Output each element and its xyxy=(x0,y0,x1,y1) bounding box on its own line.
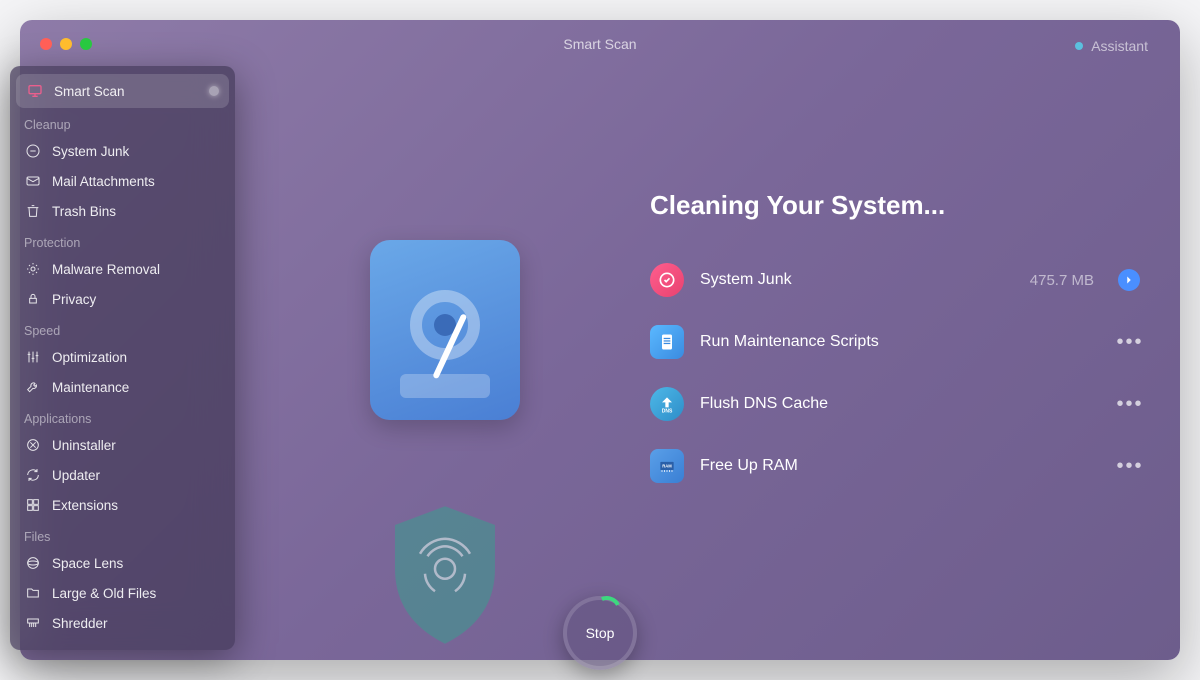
task-panel: Cleaning Your System... System Junk 475.… xyxy=(650,190,1140,497)
sidebar-item-label: Optimization xyxy=(52,350,127,365)
space-lens-icon xyxy=(24,554,42,572)
dns-task-icon: DNS xyxy=(650,387,684,421)
stop-button[interactable]: Stop xyxy=(563,596,637,670)
maintenance-icon xyxy=(24,378,42,396)
app-window: Smart Scan Assistant Smart Scan Cleanup … xyxy=(20,20,1180,660)
sidebar-item-label: Malware Removal xyxy=(52,262,160,277)
system-junk-icon xyxy=(24,142,42,160)
sidebar-section-protection: Protection xyxy=(10,226,235,254)
optimization-icon xyxy=(24,348,42,366)
task-row-free-ram: RAM Free Up RAM ••• xyxy=(650,435,1140,497)
sidebar-item-updater[interactable]: Updater xyxy=(10,460,235,490)
sidebar-item-label: Smart Scan xyxy=(54,84,125,99)
sidebar-item-large-old-files[interactable]: Large & Old Files xyxy=(10,578,235,608)
close-window-button[interactable] xyxy=(40,38,52,50)
svg-text:DNS: DNS xyxy=(662,408,673,414)
sidebar-item-uninstaller[interactable]: Uninstaller xyxy=(10,430,235,460)
stop-button-label: Stop xyxy=(586,625,615,641)
sidebar-item-malware-removal[interactable]: Malware Removal xyxy=(10,254,235,284)
sidebar-item-label: Uninstaller xyxy=(52,438,116,453)
sidebar-item-optimization[interactable]: Optimization xyxy=(10,342,235,372)
sidebar-item-label: Trash Bins xyxy=(52,204,116,219)
extensions-icon xyxy=(24,496,42,514)
mail-icon xyxy=(24,172,42,190)
sidebar-item-smart-scan[interactable]: Smart Scan xyxy=(16,74,229,108)
shield-illustration-icon xyxy=(380,500,510,650)
sidebar-item-label: Maintenance xyxy=(52,380,129,395)
task-more-button[interactable]: ••• xyxy=(1120,394,1140,414)
sidebar-item-extensions[interactable]: Extensions xyxy=(10,490,235,520)
sidebar-item-label: Mail Attachments xyxy=(52,174,155,189)
task-row-maintenance-scripts: Run Maintenance Scripts ••• xyxy=(650,311,1140,373)
task-label: Free Up RAM xyxy=(700,457,1104,475)
traffic-lights xyxy=(40,38,92,50)
maintenance-scripts-task-icon xyxy=(650,325,684,359)
sidebar-section-speed: Speed xyxy=(10,314,235,342)
malware-icon xyxy=(24,260,42,278)
ram-task-icon: RAM xyxy=(650,449,684,483)
minimize-window-button[interactable] xyxy=(60,38,72,50)
sidebar-item-label: Large & Old Files xyxy=(52,586,156,601)
page-title: Smart Scan xyxy=(563,36,636,52)
sidebar-item-label: Space Lens xyxy=(52,556,123,571)
task-label: System Junk xyxy=(700,271,1014,289)
task-arrow-button[interactable] xyxy=(1118,269,1140,291)
sidebar-item-label: System Junk xyxy=(52,144,129,159)
trash-icon xyxy=(24,202,42,220)
activity-indicator-icon xyxy=(209,86,219,96)
sidebar-section-cleanup: Cleanup xyxy=(10,108,235,136)
sidebar-item-trash-bins[interactable]: Trash Bins xyxy=(10,196,235,226)
sidebar-item-maintenance[interactable]: Maintenance xyxy=(10,372,235,402)
shredder-icon xyxy=(24,614,42,632)
sidebar-item-label: Updater xyxy=(52,468,100,483)
sidebar-item-space-lens[interactable]: Space Lens xyxy=(10,548,235,578)
sidebar-item-privacy[interactable]: Privacy xyxy=(10,284,235,314)
updater-icon xyxy=(24,466,42,484)
smart-scan-icon xyxy=(26,82,44,100)
sidebar-section-files: Files xyxy=(10,520,235,548)
assistant-indicator-icon xyxy=(1075,42,1083,50)
task-more-button[interactable]: ••• xyxy=(1120,456,1140,476)
task-row-flush-dns: DNS Flush DNS Cache ••• xyxy=(650,373,1140,435)
privacy-icon xyxy=(24,290,42,308)
sidebar-item-label: Extensions xyxy=(52,498,118,513)
sidebar-item-label: Shredder xyxy=(52,616,108,631)
main-content: Cleaning Your System... System Junk 475.… xyxy=(280,80,1140,630)
disk-illustration-icon xyxy=(370,240,520,420)
sidebar: Smart Scan Cleanup System Junk Mail Atta… xyxy=(10,66,235,650)
task-row-system-junk: System Junk 475.7 MB xyxy=(650,249,1140,311)
sidebar-item-mail-attachments[interactable]: Mail Attachments xyxy=(10,166,235,196)
svg-text:RAM: RAM xyxy=(662,464,672,469)
system-junk-task-icon xyxy=(650,263,684,297)
assistant-button[interactable]: Assistant xyxy=(1063,32,1160,60)
uninstaller-icon xyxy=(24,436,42,454)
task-label: Flush DNS Cache xyxy=(700,395,1104,413)
sidebar-item-label: Privacy xyxy=(52,292,96,307)
large-files-icon xyxy=(24,584,42,602)
task-more-button[interactable]: ••• xyxy=(1120,332,1140,352)
maximize-window-button[interactable] xyxy=(80,38,92,50)
task-label: Run Maintenance Scripts xyxy=(700,333,1104,351)
assistant-label: Assistant xyxy=(1091,38,1148,54)
task-value: 475.7 MB xyxy=(1030,272,1094,289)
main-heading: Cleaning Your System... xyxy=(650,190,1140,221)
sidebar-item-shredder[interactable]: Shredder xyxy=(10,608,235,638)
sidebar-section-applications: Applications xyxy=(10,402,235,430)
sidebar-item-system-junk[interactable]: System Junk xyxy=(10,136,235,166)
